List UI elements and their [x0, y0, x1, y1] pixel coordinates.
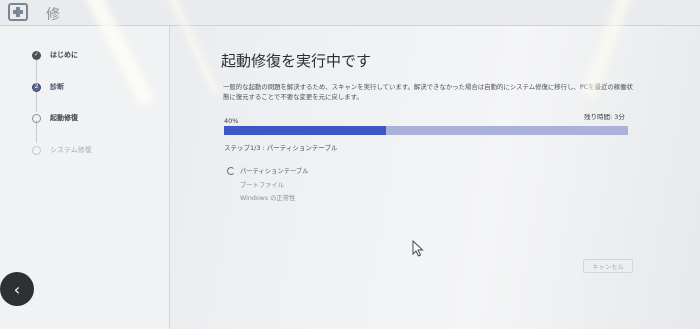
- cancel-button[interactable]: キャンセル: [583, 259, 633, 273]
- step-label: 起動修復: [50, 114, 78, 122]
- mouse-pointer-icon: [412, 240, 424, 257]
- task-item: Windows の正常性: [227, 193, 295, 202]
- task-label: ブートファイル: [240, 182, 285, 189]
- progress-percent: 40%: [224, 117, 239, 125]
- sidebar-step-diagnose: 2 診断: [32, 80, 64, 94]
- main-panel: 起動修復を実行中です 一般的な起動の問題を解決するため、スキャンを実行しています…: [171, 26, 700, 329]
- page-title: 起動修復を実行中です: [221, 52, 372, 70]
- chevron-left-icon[interactable]: ‹: [0, 272, 34, 306]
- step-label: はじめに: [50, 51, 78, 59]
- task-item: ブートファイル: [227, 180, 284, 189]
- screen: 修 ✓ はじめに 2 診断 起動修復 システム修復 起動修復を実行中です 一般的…: [0, 0, 700, 329]
- task-label: Windows の正常性: [240, 195, 296, 202]
- pending-step-icon: [32, 113, 41, 123]
- title-bar: 修: [0, 0, 700, 26]
- progress-bar-fill: [224, 126, 386, 135]
- task-item: パーティションテーブル: [227, 166, 309, 175]
- medical-cross-icon: [8, 3, 28, 21]
- step-status: ステップ1/3 : パーティションテーブル: [224, 144, 338, 152]
- step-label: システム修復: [50, 146, 92, 154]
- step-connector: [36, 59, 37, 82]
- pending-step-icon: [32, 145, 41, 155]
- spinner-icon: [227, 166, 235, 175]
- sidebar-step-intro: ✓ はじめに: [32, 48, 78, 62]
- window-title: 修: [46, 7, 60, 23]
- current-step-icon: 2: [32, 82, 41, 92]
- sidebar-step-startup-repair: 起動修復: [32, 111, 78, 125]
- sidebar-step-system-repair: システム修復: [32, 143, 92, 157]
- step-label: 診断: [50, 83, 64, 91]
- task-label: パーティションテーブル: [240, 168, 309, 175]
- checkmark-icon: ✓: [32, 50, 41, 60]
- time-remaining: 残り時間: 3分: [584, 113, 625, 121]
- progress-bar: [224, 126, 628, 135]
- description-text: 一般的な起動の問題を解決するため、スキャンを実行しています。解決できなかった場合…: [223, 83, 633, 101]
